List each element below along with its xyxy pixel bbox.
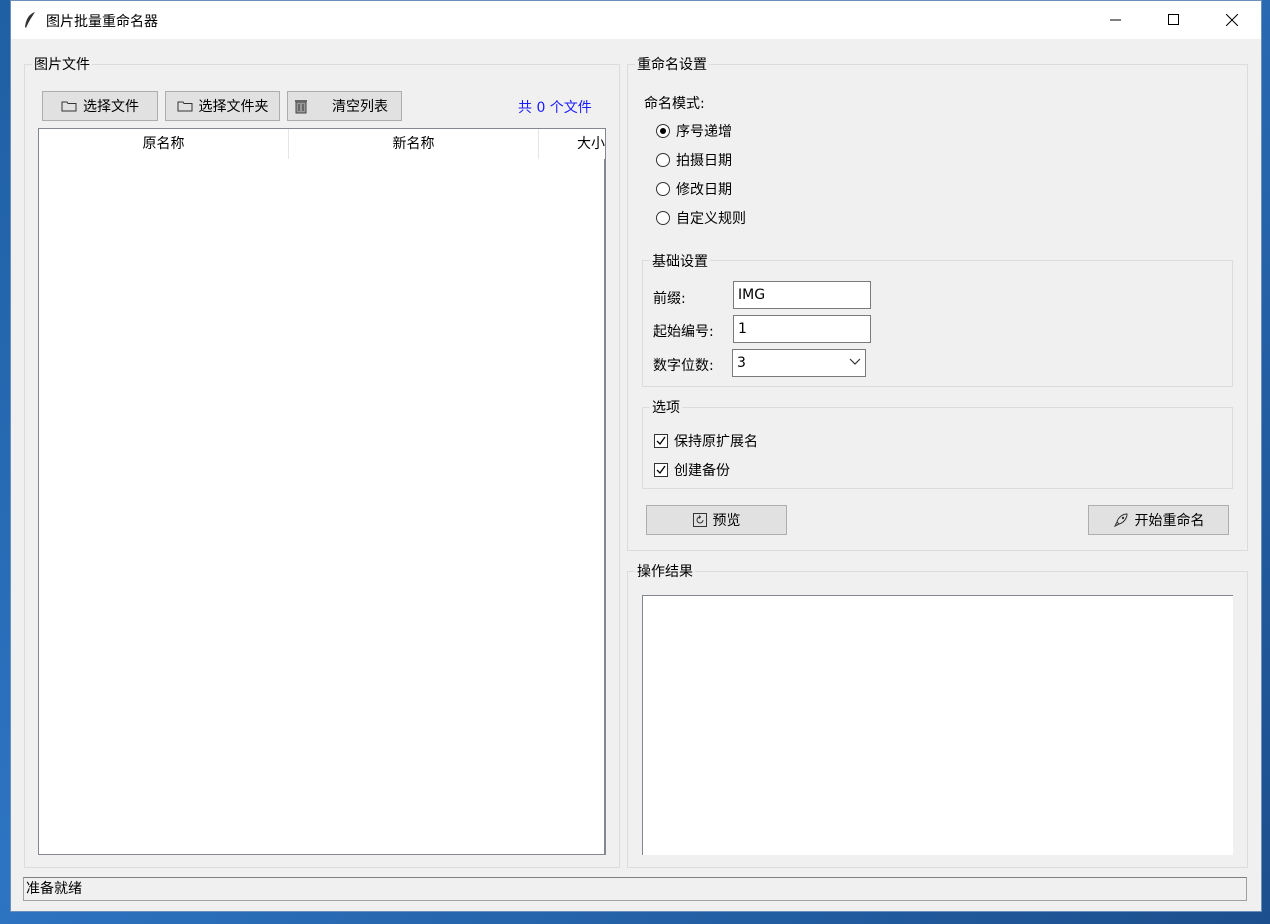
radio-indicator xyxy=(656,153,670,167)
checkbox-indicator xyxy=(654,463,668,477)
trash-icon xyxy=(295,100,307,114)
feather-icon xyxy=(25,12,35,28)
minimize-button[interactable] xyxy=(1087,1,1145,39)
settings-group-label: 重命名设置 xyxy=(635,54,709,74)
file-count-label: 共 0 个文件 xyxy=(518,100,592,116)
folder-icon xyxy=(177,101,192,112)
start-number-label: 起始编号: xyxy=(653,324,714,340)
refresh-icon xyxy=(692,513,707,527)
prefix-label: 前缀: xyxy=(653,291,686,307)
mode-radio-sequence[interactable]: 序号递增 xyxy=(656,121,732,141)
start-rename-button[interactable]: 开始重命名 xyxy=(1088,505,1229,535)
radio-indicator xyxy=(656,182,670,196)
file-list-table[interactable]: 原名称 新名称 大小 xyxy=(38,128,606,855)
status-bar: 准备就绪 xyxy=(23,877,1247,901)
maximize-icon xyxy=(1168,14,1179,25)
mode-radio-custom-rule[interactable]: 自定义规则 xyxy=(656,208,746,228)
status-text: 准备就绪 xyxy=(26,881,82,897)
basic-settings-label: 基础设置 xyxy=(650,251,710,271)
mode-radio-capture-date[interactable]: 拍摄日期 xyxy=(656,150,732,170)
digits-label: 数字位数: xyxy=(653,358,714,374)
results-textbox[interactable] xyxy=(642,595,1233,855)
mode-radio-modified-date[interactable]: 修改日期 xyxy=(656,179,732,199)
files-group-label: 图片文件 xyxy=(32,54,92,74)
options-label: 选项 xyxy=(650,397,682,417)
radio-indicator xyxy=(656,211,670,225)
table-edge xyxy=(604,159,605,854)
results-group-label: 操作结果 xyxy=(635,561,695,581)
title-bar[interactable]: 图片批量重命名器 xyxy=(11,1,1261,39)
close-button[interactable] xyxy=(1203,1,1261,39)
column-header-size[interactable]: 大小 xyxy=(539,129,605,159)
check-icon xyxy=(656,465,666,475)
clear-list-button[interactable]: 清空列表 xyxy=(287,91,402,121)
minimize-icon xyxy=(1110,19,1121,21)
rocket-icon xyxy=(1113,513,1128,528)
window-title: 图片批量重命名器 xyxy=(46,14,158,30)
folder-icon xyxy=(61,101,77,112)
start-number-input[interactable]: 1 xyxy=(733,315,871,343)
table-header: 原名称 新名称 大小 xyxy=(39,129,605,159)
keep-extension-checkbox[interactable]: 保持原扩展名 xyxy=(654,431,758,451)
select-files-button[interactable]: 选择文件 xyxy=(42,91,158,121)
digits-select[interactable]: 3 xyxy=(732,349,866,377)
prefix-input[interactable]: IMG xyxy=(733,281,871,309)
column-header-original-name[interactable]: 原名称 xyxy=(39,129,289,159)
select-folder-button[interactable]: 选择文件夹 xyxy=(165,91,280,121)
chevron-down-icon xyxy=(849,358,861,365)
radio-indicator xyxy=(656,124,670,138)
close-icon xyxy=(1226,14,1238,26)
column-header-new-name[interactable]: 新名称 xyxy=(289,129,539,159)
app-window: 图片批量重命名器 图片文件 选择文件 选择文件夹 清空列表 共 0 个文件 原名… xyxy=(10,0,1262,912)
mode-label: 命名模式: xyxy=(644,96,705,112)
basic-settings-group xyxy=(642,260,1233,387)
maximize-button[interactable] xyxy=(1145,1,1203,39)
checkbox-indicator xyxy=(654,434,668,448)
create-backup-checkbox[interactable]: 创建备份 xyxy=(654,460,730,480)
check-icon xyxy=(656,436,666,446)
preview-button[interactable]: 预览 xyxy=(646,505,787,535)
